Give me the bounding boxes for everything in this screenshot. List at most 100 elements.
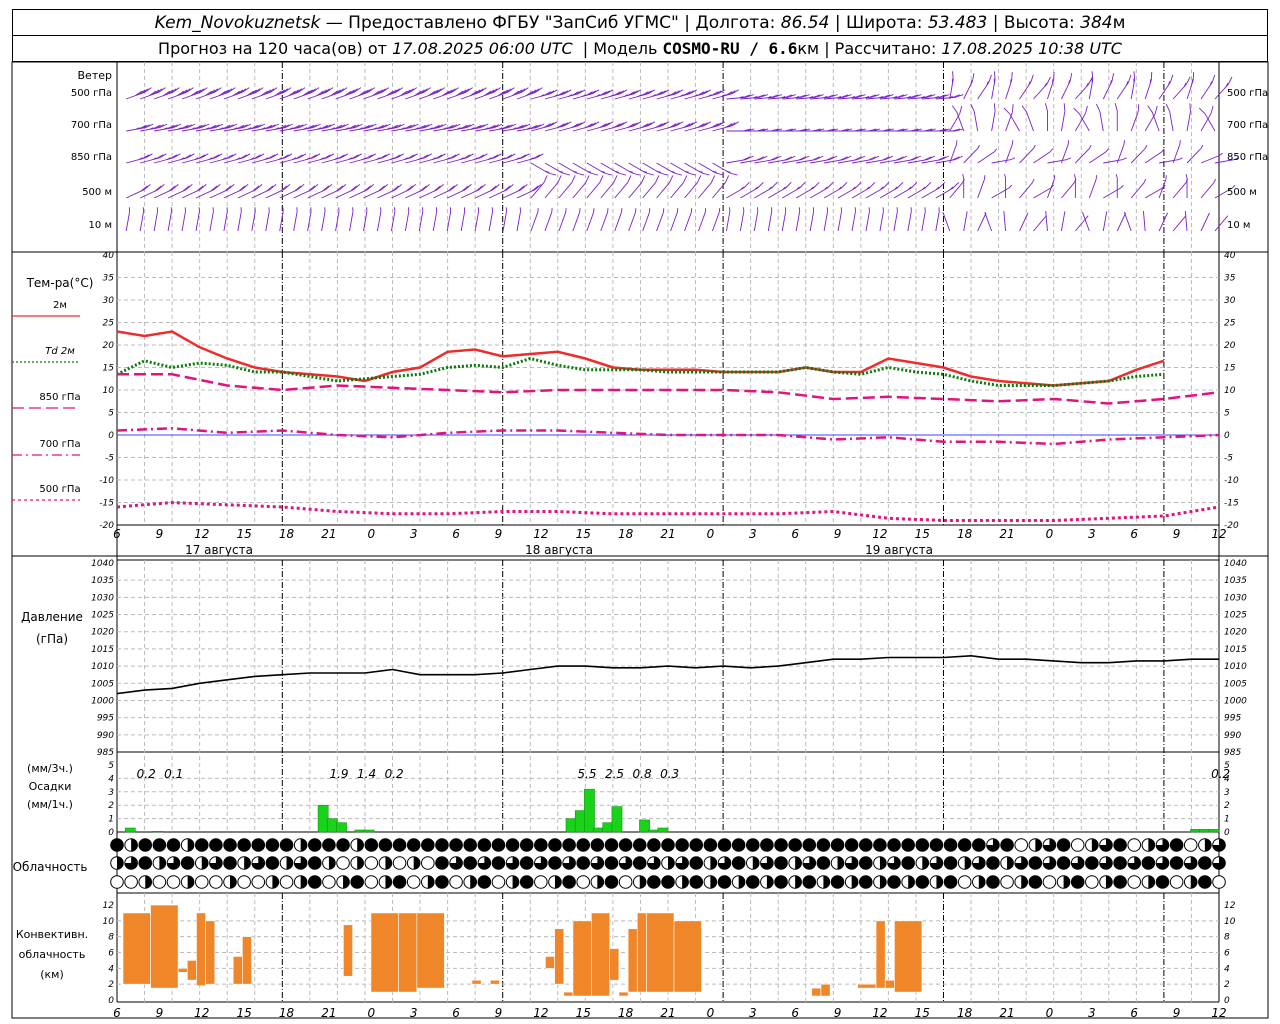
wind-barb — [823, 182, 848, 199]
conv-bar-1 — [150, 904, 179, 989]
x-label-top-5: 21 — [321, 527, 336, 541]
wind-barb — [390, 207, 396, 232]
wind-barb — [558, 175, 576, 199]
wind-barb — [1047, 157, 1071, 164]
cloud-symbol — [491, 838, 506, 852]
wind-barb — [1005, 71, 1013, 100]
wind-barb-feather — [1115, 174, 1118, 179]
wind-barb — [419, 184, 444, 199]
wind-barb — [265, 184, 291, 199]
wind-barb — [1033, 215, 1047, 232]
cloud-circle — [449, 875, 463, 889]
wind-barb — [1096, 103, 1104, 132]
wind-barb-feather — [701, 172, 710, 176]
cloud-circle — [661, 875, 675, 889]
wind-barb — [851, 207, 856, 232]
wind-barb-shaft — [223, 211, 228, 232]
conv-bar-6 — [232, 956, 243, 985]
wind-barb — [447, 184, 472, 199]
cloud-symbol — [307, 856, 322, 870]
date-label-1: 18 августа — [525, 543, 593, 557]
cloud-fill — [738, 875, 745, 889]
cloud-circle — [858, 875, 873, 889]
wind-barb-shaft — [907, 211, 912, 232]
wind-barb — [782, 182, 806, 199]
temp-tick-left-6: 10 — [103, 386, 115, 396]
wind-barb-feather — [615, 170, 620, 173]
wind-barb — [656, 208, 665, 232]
cloud-symbol — [873, 856, 887, 870]
wind-barb-shaft — [698, 182, 712, 199]
cloud-fill — [1007, 856, 1014, 870]
cloud-fill — [964, 856, 971, 870]
conv-bar-23 — [646, 912, 675, 993]
cloud-symbol — [463, 838, 478, 852]
x-label-bottom-7: 3 — [410, 1006, 418, 1020]
wind-barb — [1123, 212, 1132, 232]
wind-barb — [865, 182, 890, 199]
precip-bar-10 — [593, 827, 604, 833]
wind-barb — [984, 212, 993, 232]
wind-barb-feather — [641, 175, 646, 183]
cloud-circle — [858, 856, 873, 870]
cloud-circle — [307, 875, 322, 889]
cloud-fill — [554, 875, 562, 889]
cloud-symbol — [816, 856, 831, 870]
cloud-circle — [1000, 838, 1014, 852]
wind-barb-shaft — [460, 211, 466, 232]
cloud-symbol — [731, 856, 746, 870]
cloud-symbol — [986, 856, 1000, 870]
convective-layer — [122, 904, 923, 997]
precip-bar-1 — [152, 831, 164, 833]
cloud-symbol — [1014, 856, 1029, 870]
cloud-symbol — [986, 875, 1000, 889]
date-label-2: 19 августа — [865, 543, 933, 557]
wind-barb — [447, 87, 473, 100]
wind-barb-shaft — [432, 211, 438, 232]
conv-bar-19 — [609, 948, 620, 981]
cloud-symbol — [943, 856, 958, 870]
wind-barb-feather — [339, 184, 347, 190]
cloud-symbol — [251, 875, 266, 889]
cloud-circle — [152, 875, 167, 889]
cloud-symbol — [972, 838, 986, 852]
cloud-fill — [1063, 875, 1070, 889]
cloud-circle — [774, 875, 788, 889]
x-label-bottom-6: 0 — [367, 1006, 375, 1020]
cloud-symbol — [519, 838, 534, 852]
wind-barb — [963, 73, 975, 100]
cloud-circle — [421, 856, 435, 870]
wind-barb-feather — [1073, 107, 1080, 114]
wind-barb — [377, 87, 404, 100]
cloud-symbol — [1198, 838, 1212, 852]
wind-barb-shaft — [474, 211, 480, 232]
cloud-circle — [1198, 856, 1212, 870]
wind-barb-feather — [479, 184, 486, 190]
wind-barb — [1185, 174, 1188, 198]
cloud-symbol — [957, 856, 972, 870]
conv-bar-12 — [471, 979, 482, 985]
cloud-circle — [929, 838, 944, 852]
cloud-symbol — [632, 875, 647, 889]
wind-barb — [768, 182, 792, 199]
wind-barb-shaft — [1184, 211, 1188, 232]
wind-barb-feather — [266, 185, 274, 192]
wind-barb-shaft — [837, 211, 842, 232]
wind-barb-feather — [1096, 103, 1101, 112]
precip-tick-left-3: 2 — [108, 801, 114, 811]
wind-barb — [321, 207, 326, 232]
cloud-symbol — [463, 856, 478, 870]
cloud-symbol — [307, 838, 322, 852]
wind-barb-feather — [952, 182, 960, 189]
wind-barb — [963, 211, 968, 232]
cloud-symbol — [209, 856, 223, 870]
x-label-top-22: 0 — [1046, 527, 1054, 541]
wind-barb-feather — [799, 182, 806, 189]
wind-barb-shaft — [1060, 111, 1066, 132]
cloud-circle — [534, 838, 548, 852]
wind-barb-feather — [350, 185, 358, 192]
wind-barb — [1186, 144, 1204, 164]
wind-barb-shaft — [1142, 211, 1146, 232]
wind-barb — [921, 182, 946, 199]
cloud-circle — [576, 875, 591, 889]
